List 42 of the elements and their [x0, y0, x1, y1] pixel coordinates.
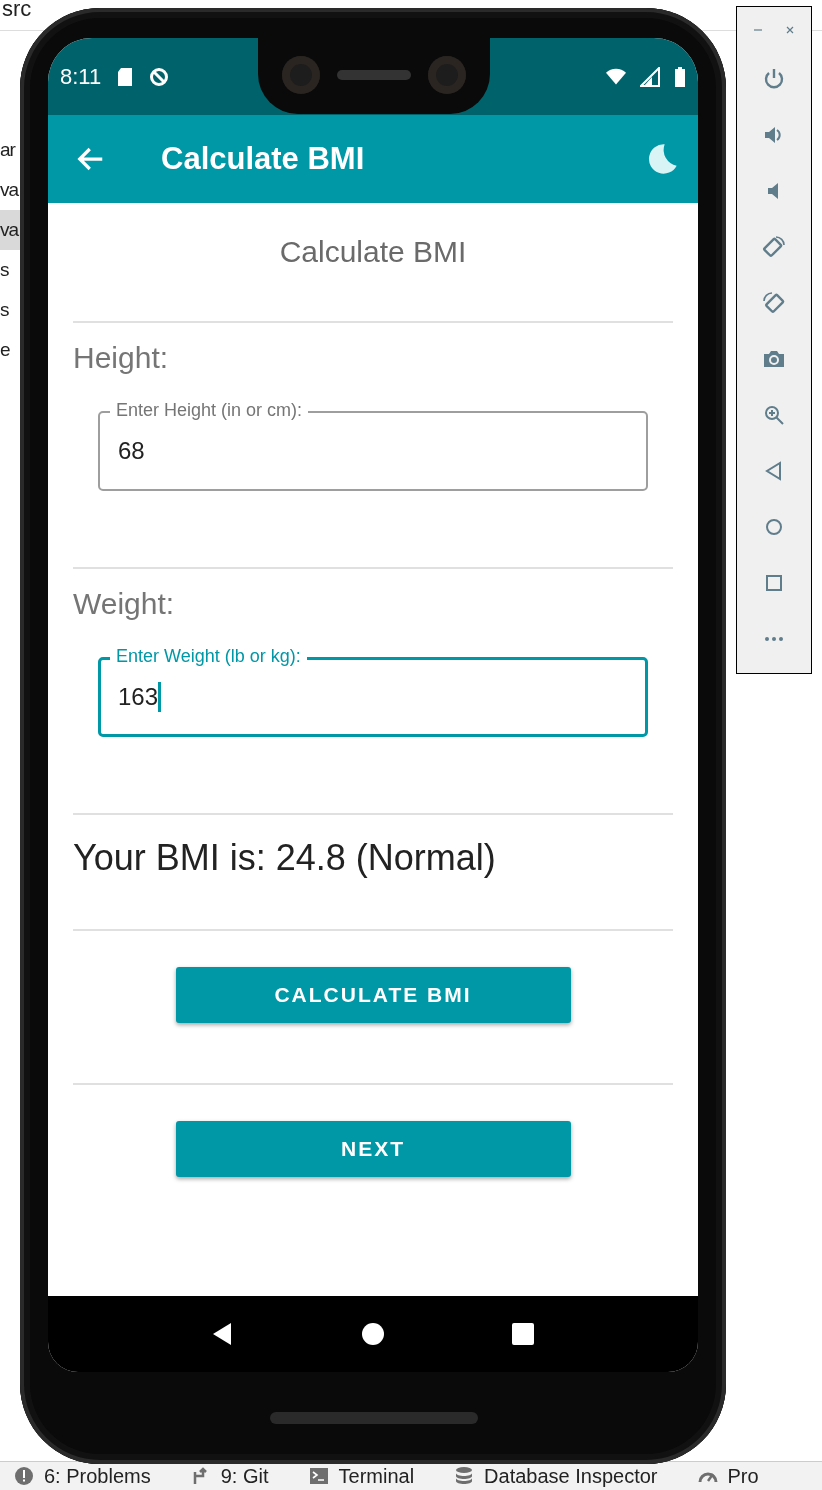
action-button[interactable]: NEXT: [175, 1121, 571, 1177]
camera-icon: [282, 56, 320, 94]
warning-icon: [14, 1466, 34, 1486]
tab-label: 6: Problems: [44, 1464, 151, 1488]
page-heading: Calculate BMI: [278, 235, 468, 270]
status-time: 8:11: [60, 63, 102, 90]
no-sync-icon: [149, 66, 170, 87]
breadcrumb-item[interactable]: src: [2, 0, 32, 18]
tree-item[interactable]: s: [0, 250, 21, 290]
tree-item[interactable]: va: [0, 210, 21, 250]
rotate-left-icon[interactable]: [762, 235, 786, 259]
tree-item[interactable]: s: [0, 290, 21, 330]
zoom-in-icon[interactable]: [762, 403, 786, 427]
tree-item[interactable]: va: [0, 170, 21, 210]
tool-window-tab[interactable]: Pro: [697, 1464, 759, 1488]
tree-item[interactable]: e: [0, 330, 21, 370]
power-icon[interactable]: [762, 67, 786, 91]
database-icon: [454, 1466, 475, 1486]
tool-window-tab[interactable]: 6: Problems: [14, 1464, 151, 1488]
home-icon[interactable]: [361, 1322, 385, 1346]
overview-icon[interactable]: [511, 1322, 535, 1346]
tab-label: 9: Git: [220, 1464, 269, 1488]
battery-icon: [674, 66, 686, 87]
input-field[interactable]: Enter Height (in or cm): 68: [98, 399, 648, 491]
camera-icon: [428, 56, 466, 94]
input-field[interactable]: Enter Weight (lb or kg): 163: [98, 645, 648, 737]
rotate-right-icon[interactable]: [762, 291, 786, 315]
tree-item[interactable]: ar: [0, 130, 21, 170]
tab-label: Terminal: [338, 1464, 415, 1488]
moon-icon[interactable]: [646, 143, 678, 175]
section-label: Weight:: [73, 587, 176, 621]
app-bar-title: Calculate BMI: [161, 141, 366, 177]
wifi-icon: [606, 66, 626, 87]
signal-icon: [640, 66, 660, 87]
close-icon[interactable]: [785, 25, 795, 35]
tab-label: Pro: [727, 1464, 759, 1488]
terminal-icon: [308, 1466, 329, 1486]
bmi-result: Your BMI is: 24.8 (Normal): [73, 837, 497, 880]
section-label: Height:: [73, 341, 170, 375]
action-button[interactable]: CALCULATE BMI: [175, 967, 571, 1023]
tool-window-tab[interactable]: Terminal: [308, 1464, 415, 1488]
tool-window-tab[interactable]: 9: Git: [190, 1464, 269, 1488]
